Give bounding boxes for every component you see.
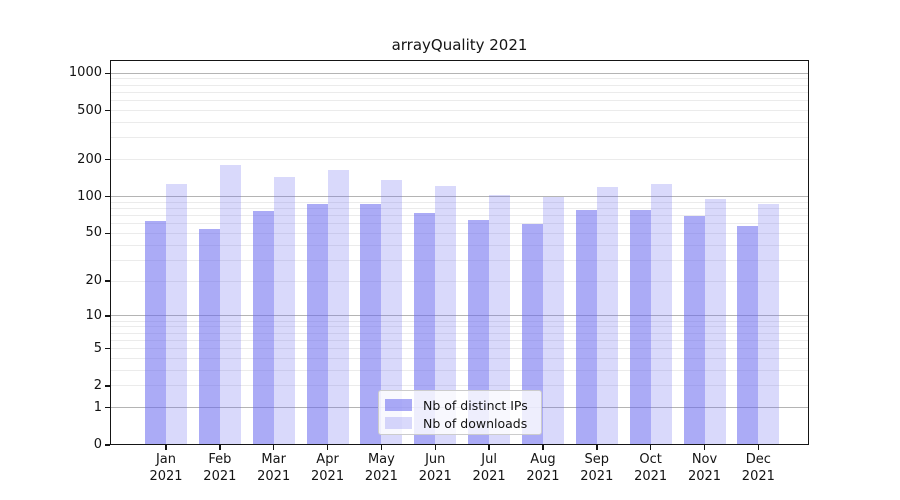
chart-figure: arrayQuality 2021 Nb of distinct IPs Nb …	[0, 0, 900, 500]
legend-label-downloads: Nb of downloads	[423, 416, 527, 431]
bar-downloads-oct	[651, 184, 672, 445]
x-tick	[542, 445, 544, 450]
x-tick-label-dec: Dec2021	[726, 451, 790, 485]
minor-gridline	[110, 85, 809, 86]
bar-distinct-ips-jan	[145, 221, 166, 445]
y-tick-label: 1	[30, 400, 102, 416]
y-tick	[105, 110, 110, 112]
x-tick	[596, 445, 598, 450]
minor-gridline	[110, 92, 809, 93]
y-tick-label: 2	[30, 378, 102, 394]
x-tick	[758, 445, 760, 450]
y-tick	[105, 159, 110, 161]
y-tick-label: 5	[30, 341, 102, 357]
bar-downloads-dec	[758, 204, 779, 445]
legend-swatch-downloads	[385, 417, 412, 429]
bar-distinct-ips-apr	[307, 204, 328, 445]
y-tick	[105, 444, 110, 446]
y-tick	[105, 407, 110, 409]
y-tick-label: 500	[30, 103, 102, 119]
bar-downloads-mar	[274, 177, 295, 445]
y-tick	[105, 73, 110, 75]
x-tick	[704, 445, 706, 450]
minor-gridline	[110, 110, 809, 111]
major-gridline	[110, 196, 809, 197]
bar-distinct-ips-nov	[684, 216, 705, 445]
bar-downloads-apr	[328, 170, 349, 445]
minor-gridline	[110, 159, 809, 160]
bar-downloads-sep	[597, 187, 618, 445]
legend-swatch-distinct-ips	[385, 399, 412, 411]
y-tick-label: 50	[30, 225, 102, 241]
y-tick	[105, 385, 110, 387]
bar-downloads-feb	[220, 165, 241, 445]
legend-item-downloads: Nb of downloads	[385, 414, 541, 432]
bars-layer	[110, 60, 809, 445]
y-tick-label: 200	[30, 152, 102, 168]
x-tick	[650, 445, 652, 450]
x-tick-year: 2021	[726, 468, 790, 485]
legend: Nb of distinct IPs Nb of downloads	[378, 390, 542, 435]
x-tick	[273, 445, 275, 450]
minor-gridline	[110, 122, 809, 123]
y-tick	[105, 315, 110, 317]
y-tick-label: 0	[30, 437, 102, 453]
y-tick-label: 100	[30, 189, 102, 205]
y-tick-label: 20	[30, 273, 102, 289]
minor-gridline	[110, 100, 809, 101]
bar-distinct-ips-oct	[630, 210, 651, 445]
bar-distinct-ips-sep	[576, 210, 597, 445]
x-tick	[435, 445, 437, 450]
legend-item-distinct-ips: Nb of distinct IPs	[385, 396, 541, 414]
bar-downloads-nov	[705, 199, 726, 445]
x-tick-month: Dec	[726, 451, 790, 468]
major-gridline	[110, 73, 809, 74]
bar-distinct-ips-dec	[737, 226, 758, 445]
x-tick	[219, 445, 221, 450]
x-tick	[165, 445, 167, 450]
bar-downloads-jan	[166, 184, 187, 445]
x-tick	[327, 445, 329, 450]
bar-downloads-aug	[543, 197, 564, 445]
plot-area: Nb of distinct IPs Nb of downloads	[110, 60, 809, 445]
y-tick	[105, 196, 110, 198]
bar-distinct-ips-feb	[199, 229, 220, 445]
x-tick	[381, 445, 383, 450]
bar-distinct-ips-mar	[253, 211, 274, 445]
chart-title: arrayQuality 2021	[110, 36, 809, 54]
y-tick	[105, 233, 110, 235]
y-tick	[105, 348, 110, 350]
minor-gridline	[110, 78, 809, 79]
y-tick-label: 1000	[30, 65, 102, 81]
minor-gridline	[110, 137, 809, 138]
y-tick-label: 10	[30, 308, 102, 324]
x-tick	[488, 445, 490, 450]
y-tick	[105, 280, 110, 282]
legend-label-distinct-ips: Nb of distinct IPs	[423, 398, 528, 413]
